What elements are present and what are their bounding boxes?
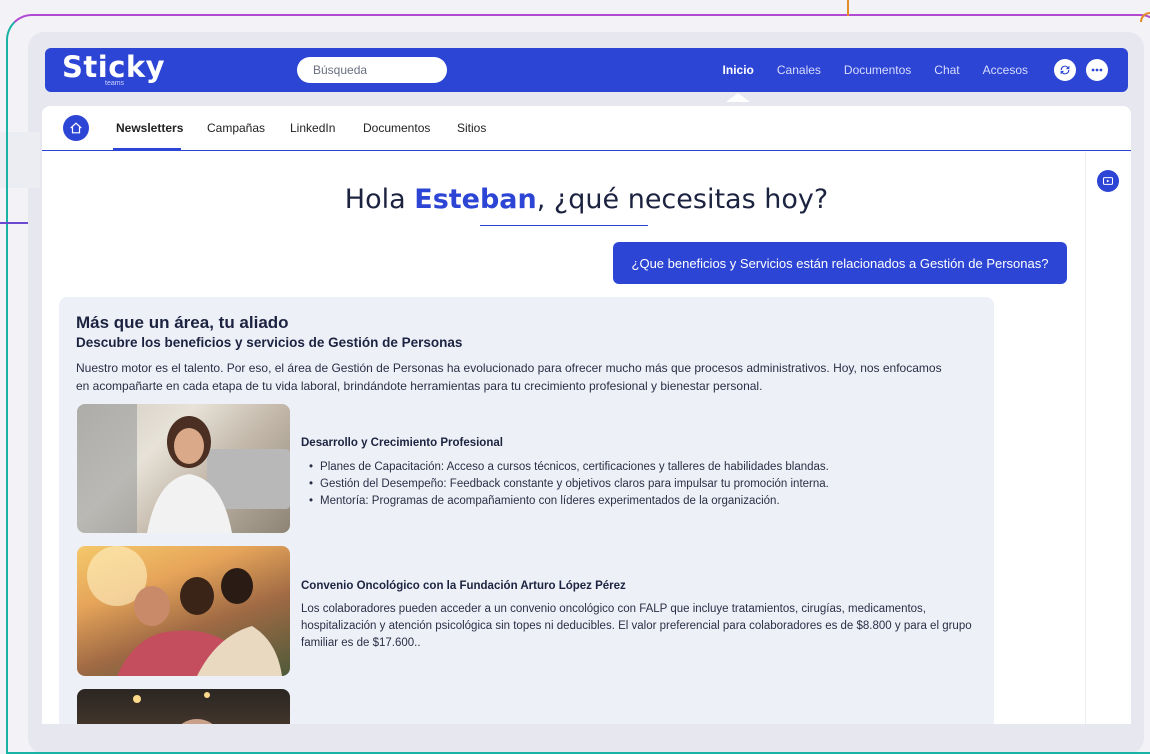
- answer-subtitle: Descubre los beneficios y servicios de G…: [76, 335, 463, 350]
- list-item: Mentoría: Programas de acompañamiento co…: [309, 493, 829, 510]
- more-options-button[interactable]: [1086, 59, 1108, 81]
- more-icon: [1091, 68, 1103, 72]
- nav-link-label: Inicio: [722, 63, 754, 77]
- main-window: Newsletters Campañas LinkedIn Documentos…: [42, 106, 1131, 724]
- section-text-convenio: Los colaboradores pueden acceder a un co…: [301, 603, 972, 649]
- sync-button[interactable]: [1054, 59, 1076, 81]
- greeting-heading: Hola Esteban, ¿qué necesitas hoy?: [42, 184, 1131, 215]
- answer-title: Más que un área, tu aliado: [76, 313, 289, 332]
- home-button[interactable]: [63, 115, 89, 141]
- section-title-convenio: Convenio Oncológico con la Fundación Art…: [301, 580, 626, 592]
- active-caret-icon: [726, 93, 751, 102]
- list-item: Gestión del Desempeño: Feedback constant…: [309, 476, 829, 493]
- tab-documentos[interactable]: Documentos: [363, 121, 430, 135]
- tab-sitios[interactable]: Sitios: [457, 121, 486, 135]
- nav-links: Inicio Canales Documentos Chat Accesos: [722, 48, 1028, 102]
- nav-link-inicio[interactable]: Inicio: [722, 63, 754, 102]
- nav-link-chat[interactable]: Chat: [934, 63, 959, 77]
- woman-laptop-photo: [77, 404, 290, 533]
- third-photo: [77, 689, 290, 724]
- family-hug-photo: [77, 546, 290, 676]
- sync-icon: [1060, 65, 1070, 75]
- nav-link-accesos[interactable]: Accesos: [983, 63, 1028, 77]
- search-input[interactable]: [297, 57, 447, 83]
- list-item: Planes de Capacitación: Acceso a cursos …: [309, 459, 829, 476]
- tab-linkedin[interactable]: LinkedIn: [290, 121, 335, 135]
- nav-link-canales[interactable]: Canales: [777, 63, 821, 77]
- tab-newsletters[interactable]: Newsletters: [116, 121, 183, 135]
- greeting-suffix: , ¿qué necesitas hoy?: [536, 184, 829, 215]
- app-logo-subtitle: teams: [105, 80, 125, 87]
- user-query-bubble: ¿Que beneficios y Servicios están relaci…: [613, 242, 1067, 284]
- sub-navigation: Newsletters Campañas LinkedIn Documentos…: [42, 106, 1131, 151]
- active-tab-indicator: [113, 148, 181, 151]
- background-accent-line: [0, 222, 28, 224]
- photo-illustration: [133, 692, 213, 724]
- top-navbar: Sticky teams Inicio Canales Documentos C…: [45, 48, 1128, 102]
- answer-intro: Nuestro motor es el talento. Por eso, el…: [76, 361, 942, 393]
- greeting-divider: [480, 225, 648, 226]
- right-rail: [1085, 152, 1131, 724]
- nav-link-documentos[interactable]: Documentos: [844, 63, 911, 77]
- tab-campanas[interactable]: Campañas: [207, 121, 265, 135]
- greeting-user-name: Esteban: [414, 184, 537, 215]
- section-title-desarrollo: Desarrollo y Crecimiento Profesional: [301, 437, 503, 449]
- photo-illustration: [77, 404, 290, 533]
- answer-card: Más que un área, tu aliado Descubre los …: [59, 297, 994, 724]
- greeting-prefix: Hola: [344, 184, 415, 215]
- bullet-list: Planes de Capacitación: Acceso a cursos …: [309, 459, 829, 510]
- app-logo[interactable]: Sticky: [62, 50, 165, 84]
- home-icon: [70, 122, 82, 134]
- background-accent-vertical: [847, 0, 849, 16]
- photo-illustration: [87, 546, 282, 676]
